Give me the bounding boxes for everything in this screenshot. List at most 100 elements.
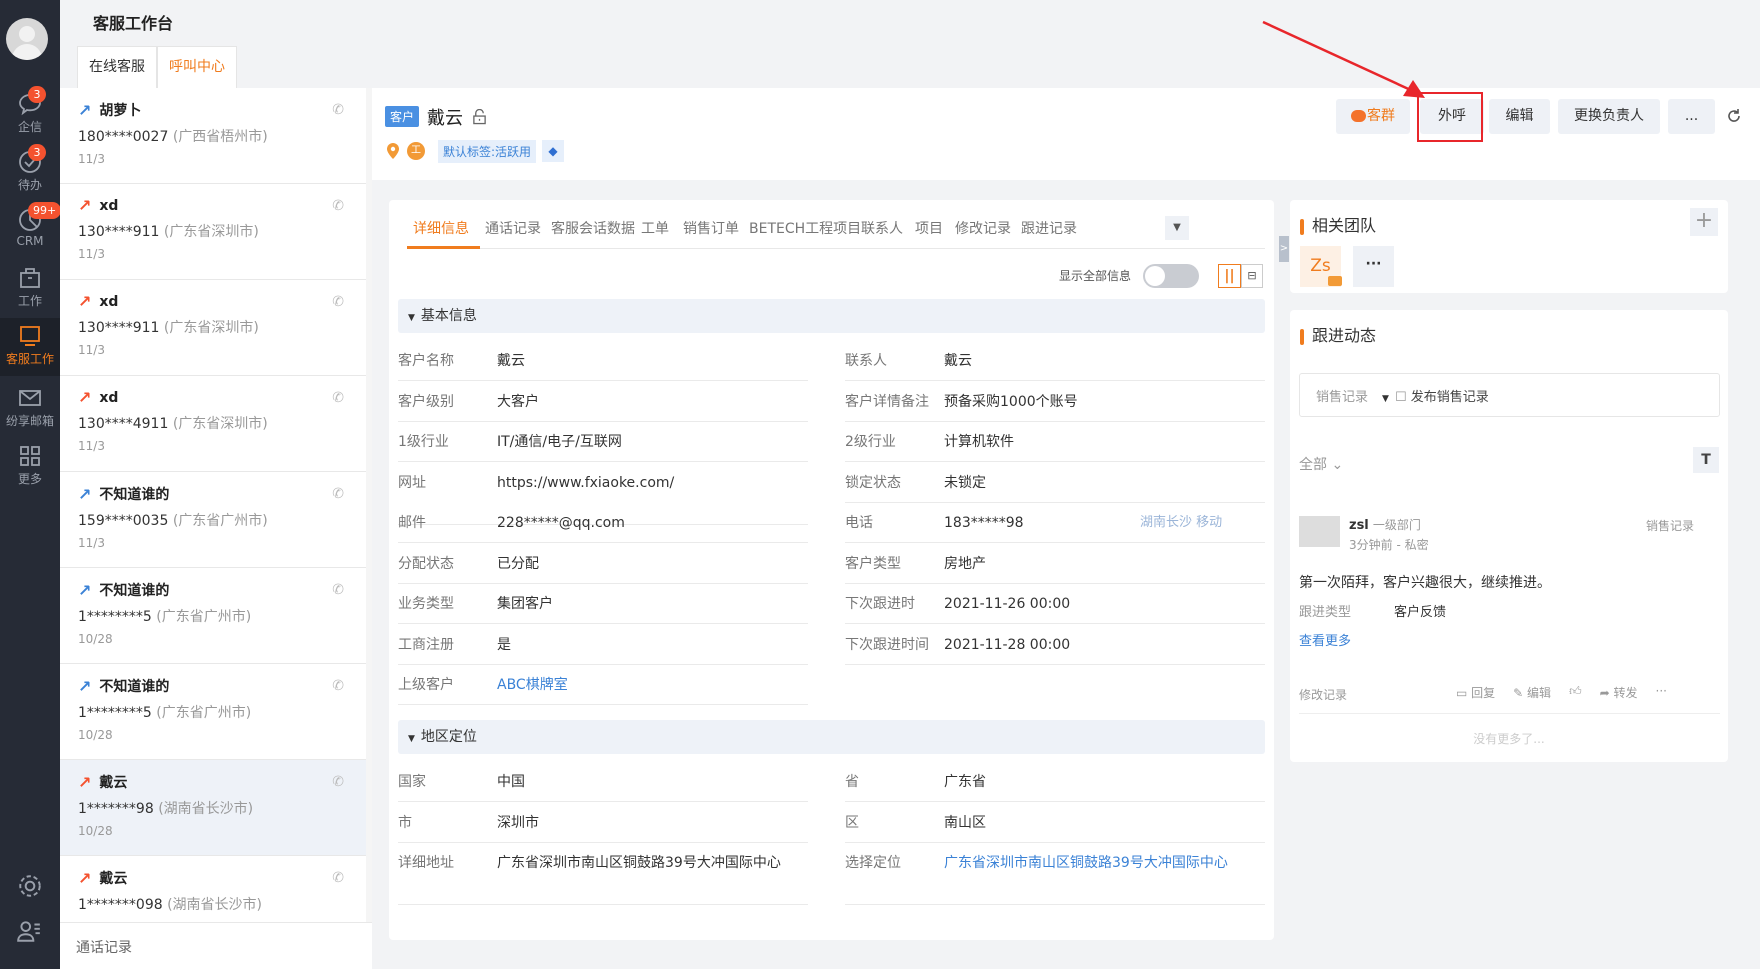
section-region[interactable]: ▼ 地区定位 bbox=[398, 720, 1265, 754]
default-label-tag[interactable]: 默认标签:活跃用 bbox=[438, 140, 537, 163]
business-icon[interactable]: 工 bbox=[407, 142, 425, 160]
user-list-icon[interactable] bbox=[16, 918, 42, 944]
call-list-item[interactable]: ↗ 戴云 1*******98 (湖南省长沙市) 10/28 ✆ bbox=[60, 760, 366, 856]
detail-tab[interactable]: 销售订单 bbox=[683, 218, 739, 238]
location-pin-icon[interactable] bbox=[385, 142, 401, 160]
edit-post-button[interactable]: ✎ 编辑 bbox=[1513, 684, 1551, 701]
section-basic-info[interactable]: ▼ 基本信息 bbox=[398, 299, 1265, 333]
phone-icon[interactable]: ✆ bbox=[332, 390, 344, 406]
section-title: 基本信息 bbox=[420, 308, 477, 324]
customer-type-tag: 客户 bbox=[385, 106, 420, 127]
phone-icon[interactable]: ✆ bbox=[332, 198, 344, 214]
modify-record-link[interactable]: 修改记录 bbox=[1299, 686, 1347, 703]
detail-tab[interactable]: 联系人 bbox=[861, 218, 903, 238]
call-list-item[interactable]: ↗ 胡萝卜 180****0027 (广西省梧州市) 11/3 ✆ bbox=[60, 88, 366, 184]
more-button[interactable]: ... bbox=[1668, 99, 1715, 134]
detail-tab[interactable]: 项目 bbox=[915, 218, 943, 238]
collapse-handle[interactable]: > bbox=[1279, 236, 1289, 262]
field-row: 业务类型 集团客户 bbox=[398, 584, 808, 624]
detail-tab[interactable]: 通话记录 bbox=[485, 218, 541, 238]
phone-icon[interactable]: ✆ bbox=[332, 486, 344, 502]
detail-tab[interactable]: 工单 bbox=[641, 218, 669, 238]
call-list-item[interactable]: ↗ 戴云 1*******098 (湖南省长沙市) ✆ bbox=[60, 856, 366, 922]
like-icon[interactable]: 👍︎ bbox=[1569, 684, 1582, 701]
field-value: 未锁定 bbox=[944, 474, 986, 491]
call-direction-icon: ↗ bbox=[78, 196, 92, 215]
field-row: 客户类型 房地产 bbox=[845, 544, 1265, 584]
detail-tab[interactable]: 详细信息 bbox=[413, 218, 469, 238]
more-icon[interactable]: ··· bbox=[1656, 684, 1667, 701]
phone-icon[interactable]: ✆ bbox=[332, 582, 344, 598]
show-all-label: 显示全部信息 bbox=[1059, 269, 1132, 283]
call-list-item[interactable]: ↗ xd 130****4911 (广东省深圳市) 11/3 ✆ bbox=[60, 376, 366, 472]
field-value[interactable]: ABC棋牌室 bbox=[497, 665, 568, 705]
add-member-button[interactable]: + bbox=[1690, 208, 1718, 236]
nav-mail[interactable]: 纷享邮箱 bbox=[0, 380, 60, 436]
lock-open-icon[interactable] bbox=[472, 109, 487, 125]
phone-icon[interactable]: ✆ bbox=[332, 102, 344, 118]
field-row: 省 广东省 bbox=[845, 762, 1265, 802]
change-owner-button[interactable]: 更换负责人 bbox=[1558, 99, 1660, 134]
view-more-link[interactable]: 查看更多 bbox=[1299, 630, 1351, 649]
detail-tab[interactable]: 跟进记录 bbox=[1021, 218, 1077, 238]
post-meta: 3分钟前 - 私密 bbox=[1349, 538, 1429, 552]
caller-name: 戴云 bbox=[99, 775, 128, 791]
phone-icon[interactable]: ✆ bbox=[332, 870, 344, 886]
tag-icon[interactable]: ◆ bbox=[542, 140, 564, 162]
publish-box[interactable]: 销售记录 ▼ ☐ 发布销售记录 bbox=[1299, 373, 1720, 417]
nav-crm[interactable]: 99+ CRM bbox=[0, 202, 62, 258]
filter-all-dropdown[interactable]: 全部 ⌄ bbox=[1299, 454, 1343, 474]
publish-record-button[interactable]: 发布销售记录 bbox=[1411, 390, 1489, 405]
avatar[interactable] bbox=[6, 18, 48, 60]
record-type-select[interactable]: 销售记录 bbox=[1316, 390, 1368, 405]
filter-icon[interactable]: T bbox=[1693, 447, 1719, 473]
more-members-button[interactable]: ··· bbox=[1353, 246, 1394, 287]
field-row: 联系人 戴云 bbox=[845, 341, 1265, 381]
nav-qixin[interactable]: 3 企信 bbox=[0, 86, 60, 142]
grid-icon bbox=[20, 446, 40, 466]
field-value: IT/通信/电子/互联网 bbox=[497, 434, 622, 450]
call-list-item[interactable]: ↗ 不知道谁的 159****0035 (广东省广州市) 11/3 ✆ bbox=[60, 472, 366, 568]
field-row: 下次跟进时 2021-11-26 00:00 bbox=[845, 584, 1265, 624]
call-list-item[interactable]: ↗ xd 130****911 (广东省深圳市) 11/3 ✆ bbox=[60, 184, 366, 280]
edit-button[interactable]: 编辑 bbox=[1489, 99, 1550, 134]
nav-more[interactable]: 更多 bbox=[0, 438, 60, 494]
nav-service[interactable]: 客服工作 bbox=[0, 318, 60, 376]
settings-icon[interactable] bbox=[17, 873, 43, 899]
show-all-toggle[interactable] bbox=[1143, 264, 1199, 288]
tab-call-center[interactable]: 呼叫中心 bbox=[157, 46, 237, 88]
phone-icon[interactable]: ✆ bbox=[332, 774, 344, 790]
call-list-item[interactable]: ↗ 不知道谁的 1********5 (广东省广州市) 10/28 ✆ bbox=[60, 664, 366, 760]
field-value: 228*****@qq.com bbox=[497, 515, 625, 531]
post-user[interactable]: zsl bbox=[1349, 518, 1369, 533]
customer-header bbox=[372, 88, 1760, 180]
mail-icon bbox=[19, 390, 41, 406]
nav-todo[interactable]: 3 待办 bbox=[0, 144, 60, 200]
phone-icon[interactable]: ✆ bbox=[332, 678, 344, 694]
field-value[interactable]: 广东省深圳市南山区铜鼓路39号大冲国际中心 bbox=[944, 852, 1234, 874]
nav-label: CRM bbox=[16, 234, 44, 248]
phone-number: 1********5 bbox=[78, 705, 152, 721]
detail-tab[interactable]: 修改记录 bbox=[955, 218, 1011, 238]
tab-online-service[interactable]: 在线客服 bbox=[77, 46, 157, 88]
list-scrollbar[interactable] bbox=[366, 88, 372, 922]
phone-number: 180****0027 bbox=[78, 129, 169, 145]
call-list-item[interactable]: ↗ 不知道谁的 1********5 (广东省广州市) 10/28 ✆ bbox=[60, 568, 366, 664]
one-column-icon[interactable]: ⊟ bbox=[1241, 264, 1263, 288]
phone-number: 159****0035 bbox=[78, 513, 169, 529]
field-row: 锁定状态 未锁定 bbox=[845, 463, 1265, 503]
forward-button[interactable]: ➦ 转发 bbox=[1600, 684, 1638, 701]
refresh-icon[interactable] bbox=[1726, 108, 1742, 124]
detail-tab[interactable]: BETECH工程项目 bbox=[749, 218, 861, 238]
phone-icon[interactable]: ✆ bbox=[332, 294, 344, 310]
field-value: 2021-11-26 00:00 bbox=[944, 596, 1071, 612]
two-column-icon[interactable]: || bbox=[1218, 264, 1241, 288]
detail-tab[interactable]: 客服会话数据 bbox=[551, 218, 635, 238]
reply-button[interactable]: ▭ 回复 bbox=[1456, 684, 1495, 701]
tabs-dropdown-icon[interactable]: ▼ bbox=[1165, 216, 1189, 240]
call-records-link[interactable]: 通话记录 bbox=[60, 922, 372, 969]
nav-work[interactable]: 工作 bbox=[0, 260, 60, 316]
call-list-item[interactable]: ↗ xd 130****911 (广东省深圳市) 11/3 ✆ bbox=[60, 280, 366, 376]
field-row: 国家 中国 bbox=[398, 762, 808, 802]
caller-name: 不知道谁的 bbox=[99, 583, 170, 599]
